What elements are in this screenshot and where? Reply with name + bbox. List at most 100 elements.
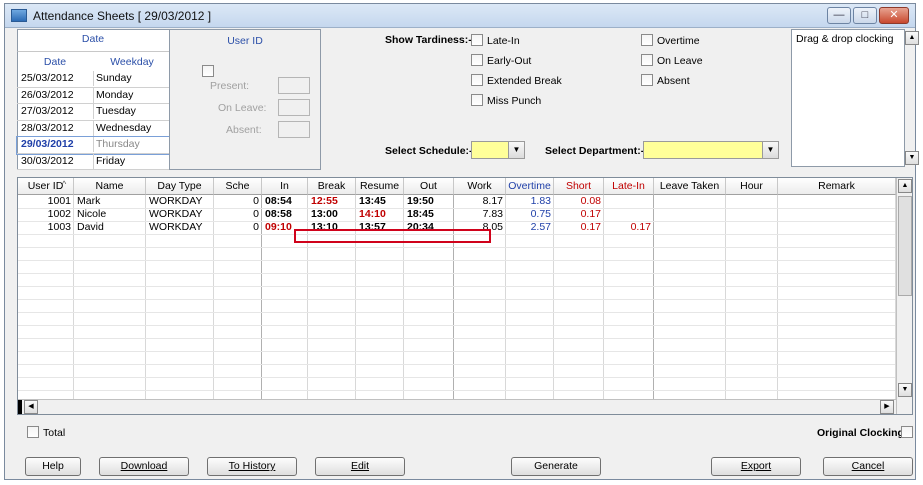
column-header[interactable]: Overtime [506, 178, 554, 195]
cell-in: 08:54 [265, 195, 292, 207]
export-button[interactable]: Export [711, 457, 801, 476]
original-clocking-checkbox[interactable] [901, 426, 913, 438]
column-header[interactable]: Break [308, 178, 356, 195]
extended-break-checkbox[interactable] [471, 74, 483, 86]
early-out-label: Early-Out [487, 55, 532, 67]
date-row[interactable]: 27/03/2012 Tuesday [17, 104, 169, 121]
on-leave-field [278, 99, 310, 116]
table-hscrollbar[interactable]: ◀ ▶ [18, 399, 896, 414]
scroll-up-icon[interactable]: ▲ [898, 179, 912, 193]
row-divider [18, 390, 895, 391]
app-icon [11, 9, 27, 22]
column-header[interactable]: Out [404, 178, 454, 195]
present-field [278, 77, 310, 94]
chevron-down-icon: ▼ [762, 142, 778, 158]
weekday-cell: Monday [93, 87, 169, 103]
date-cell: 28/03/2012 [21, 121, 74, 134]
cell-name: Nicole [77, 208, 107, 220]
cell-work: 7.83 [482, 208, 503, 220]
cell-break: 13:00 [311, 208, 338, 220]
row-divider [18, 260, 895, 261]
cell-sche: 0 [253, 221, 259, 233]
weekday-column-header[interactable]: Weekday [92, 56, 172, 68]
cell-overtime: 1.83 [530, 195, 551, 207]
generate-button[interactable]: Generate [511, 457, 601, 476]
date-group-label: Date [81, 33, 105, 45]
on-leave-checkbox[interactable] [641, 54, 653, 66]
date-column-header[interactable]: Date [20, 56, 90, 68]
column-header[interactable]: Work [454, 178, 506, 195]
date-row[interactable]: 25/03/2012 Sunday [17, 71, 169, 88]
table-row[interactable]: 1001 Mark WORKDAY 0 08:54 12:55 13:45 19:50 8.17… [18, 195, 895, 208]
cell-break: 12:55 [311, 195, 338, 207]
column-header[interactable]: Short [554, 178, 604, 195]
edit-button[interactable]: Edit [315, 457, 405, 476]
cell-day-type: WORKDAY [149, 208, 203, 220]
date-row[interactable]: 28/03/2012 Wednesday [17, 120, 169, 137]
column-header[interactable]: Leave Taken [654, 178, 726, 195]
column-header[interactable]: Resume [356, 178, 404, 195]
user-id-header: User ID [227, 35, 263, 47]
column-header[interactable]: Hour [726, 178, 778, 195]
download-button[interactable]: Download [99, 457, 189, 476]
column-header[interactable]: Remark [778, 178, 896, 195]
scrollbar-thumb[interactable] [898, 196, 912, 296]
cell-late-in: 0.17 [630, 221, 651, 233]
weekday-cell: Friday [93, 153, 169, 169]
cell-user-id: 1001 [47, 195, 71, 207]
table-vscrollbar[interactable]: ▲ ▼ [896, 178, 912, 414]
minimize-icon[interactable]: — [827, 7, 851, 24]
extended-break-label: Extended Break [487, 75, 562, 87]
help-button[interactable]: Help [25, 457, 81, 476]
late-in-checkbox[interactable] [471, 34, 483, 46]
scroll-left-icon[interactable]: ◀ [24, 400, 38, 414]
total-label: Total [43, 427, 66, 439]
attendance-table: User ID Name Day Type Sche In Break Resume Out W… [17, 177, 913, 415]
miss-punch-checkbox[interactable] [471, 94, 483, 106]
column-header[interactable]: Name [74, 178, 146, 195]
overtime-checkbox[interactable] [641, 34, 653, 46]
cell-short: 0.17 [580, 221, 601, 233]
maximize-icon[interactable]: □ [853, 7, 877, 24]
total-checkbox[interactable] [27, 426, 39, 438]
schedule-label: Select Schedule:- [385, 145, 473, 157]
row-divider [18, 247, 895, 248]
early-out-checkbox[interactable] [471, 54, 483, 66]
cell-short: 0.17 [580, 208, 601, 220]
scroll-down-icon[interactable]: ▼ [905, 151, 919, 165]
user-checkbox[interactable] [202, 65, 214, 77]
date-cell: 26/03/2012 [21, 88, 74, 101]
cell-short: 0.08 [580, 195, 601, 207]
cancel-button[interactable]: Cancel [823, 457, 913, 476]
table-row[interactable]: 1002 Nicole WORKDAY 0 08:58 13:00 14:10 18:45 7.… [18, 208, 895, 221]
absent-label: Absent: [226, 124, 262, 136]
column-header[interactable]: Day Type [146, 178, 214, 195]
dragdrop-panel[interactable]: Drag & drop clocking [791, 29, 905, 167]
cell-resume: 14:10 [359, 208, 386, 220]
close-icon[interactable]: ✕ [879, 7, 909, 24]
tardiness-label: Show Tardiness:- [385, 34, 472, 46]
column-header[interactable]: Late-In [604, 178, 654, 195]
column-header[interactable]: Sche [214, 178, 262, 195]
cell-work: 8.17 [482, 195, 503, 207]
weekday-cell: Tuesday [93, 104, 169, 119]
row-divider [18, 325, 895, 326]
schedule-select[interactable]: ▼ [471, 141, 525, 159]
cell-day-type: WORKDAY [149, 221, 203, 233]
absent-checkbox[interactable] [641, 74, 653, 86]
date-row[interactable]: 29/03/2012 Thursday [16, 136, 170, 155]
to-history-button[interactable]: To History [207, 457, 297, 476]
column-header[interactable]: In [262, 178, 308, 195]
chevron-down-icon: ▼ [508, 142, 524, 158]
scroll-down-icon[interactable]: ▼ [898, 383, 912, 397]
department-select[interactable]: ▼ [643, 141, 779, 159]
cell-overtime: 0.75 [530, 208, 551, 220]
scroll-up-icon[interactable]: ▲ [905, 31, 919, 45]
date-row[interactable]: 30/03/2012 Friday [17, 153, 169, 170]
weekday-cell: Sunday [93, 71, 169, 86]
user-panel: User ID Present: On Leave: Absent: [169, 29, 321, 170]
date-cell: 30/03/2012 [21, 154, 74, 167]
row-divider [18, 364, 895, 365]
scroll-right-icon[interactable]: ▶ [880, 400, 894, 414]
date-row[interactable]: 26/03/2012 Monday [17, 87, 169, 104]
